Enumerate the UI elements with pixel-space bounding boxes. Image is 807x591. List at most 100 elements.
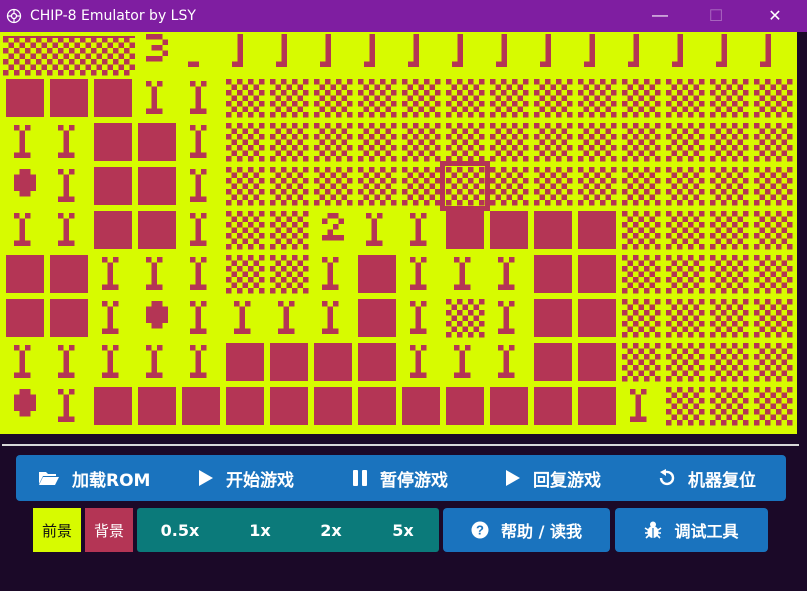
checker-pixel [248,79,254,85]
checker-pixel [693,271,699,277]
checker-pixel [363,106,369,112]
glyph-pixel [195,92,201,98]
speed-option-1x[interactable]: 1x [231,508,289,552]
checker-pixel [732,365,738,371]
checker-pixel [297,183,303,189]
resume-game-button[interactable]: 回复游戏 [505,455,601,501]
glyph-pixel [146,317,152,323]
header-checker-pixel [36,70,42,76]
checker-pixel [231,238,237,244]
checker-pixel [611,134,617,140]
glyph-pixel [113,301,119,307]
start-game-button[interactable]: 开始游戏 [198,455,294,501]
checker-pixel [622,354,628,360]
background-color-button[interactable]: 背景 [85,508,133,552]
checker-pixel [550,106,556,112]
filled-cell [182,387,220,425]
speed-option-2x[interactable]: 2x [302,508,360,552]
checker-pixel [710,321,716,327]
filled-cell [6,255,44,293]
pause-game-button[interactable]: 暂停游戏 [352,455,448,501]
help-readme-button[interactable]: ? 帮助 / 读我 [443,508,610,552]
glyph-pixel [58,125,64,131]
checker-pixel [677,189,683,195]
checker-pixel [369,123,375,129]
checker-pixel [237,200,243,206]
checker-pixel [787,398,793,404]
glyph-pixel [369,61,375,67]
checker-pixel [611,145,617,151]
checker-pixel [567,79,573,85]
glyph-pixel [190,169,196,175]
checker-pixel [281,90,287,96]
checker-pixel [451,183,457,189]
checker-pixel [715,95,721,101]
checker-pixel [622,112,628,118]
glyph-pixel [195,235,201,241]
load-rom-button[interactable]: 加载ROM [38,455,150,501]
glyph-pixel [333,328,339,334]
glyph-pixel [410,345,416,351]
glyph-pixel [677,56,683,62]
checker-pixel [429,150,435,156]
checker-pixel [506,84,512,90]
checker-pixel [638,139,644,145]
checker-pixel [710,90,716,96]
checker-pixel [270,277,276,283]
checker-pixel [699,354,705,360]
checker-pixel [699,178,705,184]
close-button[interactable]: ✕ [752,0,798,32]
checker-pixel [292,123,298,129]
checker-pixel [286,282,292,288]
glyph-pixel [327,312,333,318]
checker-pixel [743,266,749,272]
checker-pixel [402,189,408,195]
checker-pixel [622,178,628,184]
checker-pixel [561,128,567,134]
checker-pixel [490,189,496,195]
glyph-pixel [503,323,509,329]
checker-pixel [594,194,600,200]
checker-pixel [512,90,518,96]
checker-pixel [297,139,303,145]
glyph-pixel [289,328,295,334]
debug-tools-button[interactable]: 调试工具 [615,508,768,552]
filled-cell [402,387,440,425]
checker-pixel [358,156,364,162]
checker-pixel [418,194,424,200]
glyph-pixel [195,273,201,279]
maximize-button[interactable]: ☐ [693,0,739,32]
checker-pixel [699,156,705,162]
checker-pixel [710,233,716,239]
foreground-color-button[interactable]: 前景 [33,508,81,552]
checker-pixel [501,123,507,129]
checker-pixel [253,95,259,101]
checker-pixel [622,266,628,272]
checker-pixel [297,106,303,112]
checker-pixel [671,227,677,233]
checker-pixel [506,128,512,134]
glyph-pixel [239,328,245,334]
checker-pixel [638,227,644,233]
glyph-pixel [195,312,201,318]
checker-pixel [314,79,320,85]
glyph-pixel [69,152,75,158]
checker-pixel [666,112,672,118]
checker-pixel [226,255,232,261]
minimize-button[interactable]: — [637,0,683,32]
checker-pixel [501,178,507,184]
checker-pixel [303,134,309,140]
glyph-pixel [283,323,289,329]
speed-option-0-5x[interactable]: 0.5x [151,508,209,552]
checker-pixel [424,200,430,206]
checker-pixel [429,106,435,112]
checker-pixel [743,211,749,217]
checker-pixel [303,112,309,118]
checker-pixel [732,299,738,305]
filled-cell [534,211,572,249]
checker-pixel [495,84,501,90]
reset-machine-button[interactable]: 机器复位 [656,455,756,501]
checker-pixel [385,172,391,178]
speed-option-5x[interactable]: 5x [374,508,432,552]
checker-pixel [776,134,782,140]
